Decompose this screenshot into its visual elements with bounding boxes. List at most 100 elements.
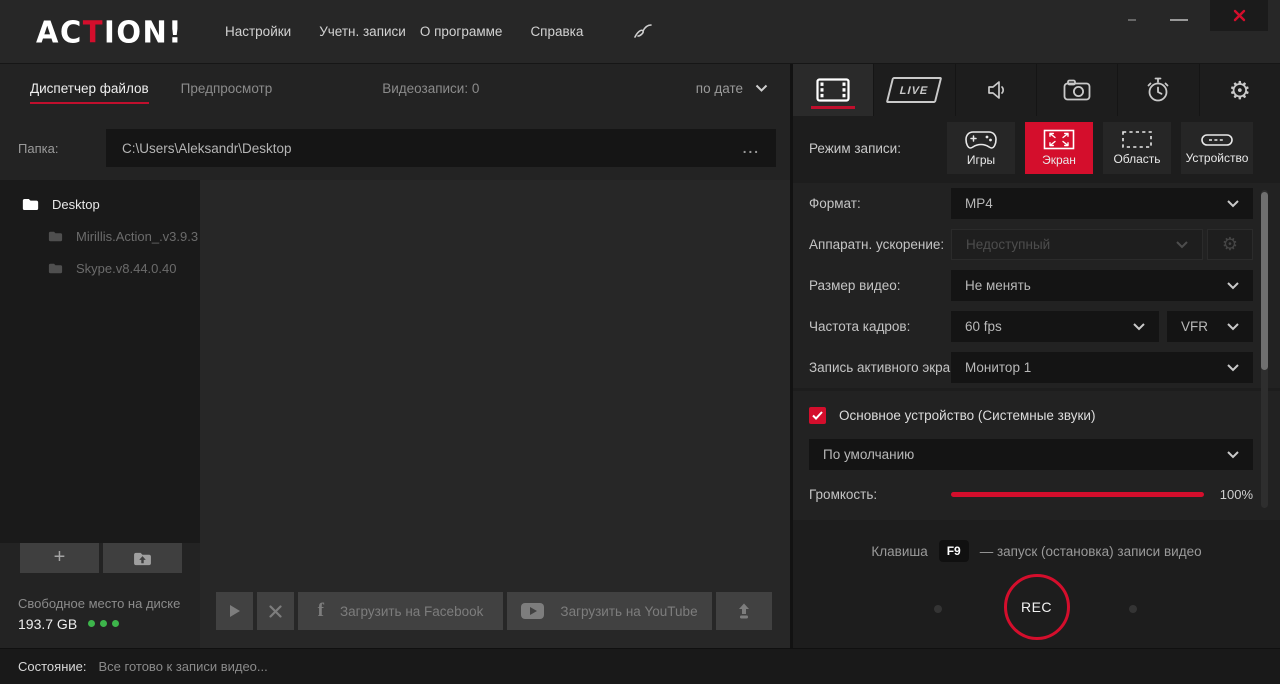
audio-device-value: По умолчанию [823,447,914,462]
play-icon [229,604,241,618]
menu-about[interactable]: О программе [420,24,503,39]
gear-icon: ⚙ [1222,236,1238,254]
file-actions-toolbar: f Загрузить на Facebook Загрузить на You… [216,592,772,630]
folder-tree: Desktop Mirillis.Action_.v3.9.3 Skype.v8… [0,180,200,648]
volume-row: Громкость: 100% [793,487,1280,502]
menu-settings[interactable]: Настройки [225,24,291,39]
folder-upload-icon [133,551,152,566]
tree-item-desktop[interactable]: Desktop [0,188,200,220]
free-space-value: 193.7 GB [18,615,200,634]
export-button[interactable] [716,592,772,630]
monitor-value: Монитор 1 [965,360,1031,375]
hw-settings-button: ⚙ [1207,229,1253,260]
x-icon [269,605,282,618]
action-app-window: ACTION! Настройки Учетн. записи О програ… [0,0,1280,684]
volume-slider[interactable] [951,492,1204,497]
mode-label: Область [1113,152,1160,166]
monitor-select[interactable]: Монитор 1 [951,352,1253,383]
chevron-down-icon [755,84,768,92]
tree-item-mirillis[interactable]: Mirillis.Action_.v3.9.3 [0,220,200,252]
recordings-count: Видеозаписи: 0 [382,81,479,100]
video-size-select[interactable]: Не менять [951,270,1253,301]
file-manager-panel: Диспетчер файлов Предпросмотр Видеозапис… [0,64,790,648]
panel-scrollbar[interactable] [1261,190,1268,508]
tab-audio-recording[interactable] [956,64,1037,116]
file-list-area[interactable]: f Загрузить на Facebook Загрузить на You… [200,180,790,648]
rec-side-dot [1129,605,1137,613]
free-space-info: Свободное место на диске 193.7 GB [0,573,200,633]
video-size-label: Размер видео: [809,278,951,293]
mode-region-button[interactable]: Область [1103,122,1171,174]
tab-file-manager[interactable]: Диспетчер файлов [30,73,149,108]
framerate-value: 60 fps [965,319,1002,334]
rec-side-dot [934,605,942,613]
mode-device-button[interactable]: Устройство [1181,122,1253,174]
hw-acceleration-value: Недоступный [966,237,1050,252]
browse-button[interactable]: ... [743,141,760,156]
audio-device-checkbox[interactable] [809,407,826,424]
menu-accounts[interactable]: Учетн. записи [319,24,406,39]
mode-games-button[interactable]: Игры [947,122,1015,174]
close-button[interactable] [1210,0,1268,31]
format-select[interactable]: MP4 [951,188,1253,219]
close-icon [1233,9,1246,22]
menu-help[interactable]: Справка [530,24,583,39]
framerate-select[interactable]: 60 fps [951,311,1159,342]
folder-path-value: C:\Users\Aleksandr\Desktop [122,141,292,156]
tab-settings[interactable]: ⚙ [1200,64,1280,116]
gamepad-icon [964,130,998,150]
sort-dropdown[interactable]: по дате [696,81,768,100]
rec-button[interactable]: REC [1004,574,1070,640]
pen-tool-icon[interactable] [633,23,655,41]
minimize-button[interactable] [1170,19,1188,21]
folder-label: Папка: [18,141,106,156]
logo-text: AC [36,14,83,50]
tray-minimize-icon[interactable] [1128,19,1136,21]
rec-button-label: REC [1021,599,1052,615]
capture-device-icon [1200,132,1234,148]
fullscreen-icon [1043,129,1075,150]
add-folder-button[interactable]: + [20,543,99,573]
recording-tabs: LIVE [793,64,1280,116]
free-space-label: Свободное место на диске [18,595,200,613]
check-icon [812,411,823,420]
live-label: LIVE [899,85,930,97]
upload-youtube-button[interactable]: Загрузить на YouTube [507,592,712,630]
camera-icon [1063,79,1091,101]
hw-acceleration-label: Аппаратн. ускорение: [809,237,951,252]
tab-video-recording[interactable] [793,64,874,116]
recording-panel: LIVE [790,64,1280,648]
region-icon [1121,130,1153,149]
logo-text: ION! [104,14,183,50]
export-folder-button[interactable] [103,543,182,573]
status-value: Все готово к записи видео... [98,659,267,674]
tab-benchmark[interactable] [1118,64,1199,116]
live-icon: LIVE [886,77,943,103]
play-button[interactable] [216,592,253,630]
chevron-down-icon [1227,282,1239,290]
gear-icon: ⚙ [1229,78,1251,103]
delete-button[interactable] [257,592,294,630]
tab-screenshots[interactable] [1037,64,1118,116]
plus-icon: + [54,547,66,567]
tab-preview[interactable]: Предпросмотр [181,73,273,108]
main-menu: Настройки Учетн. записи О программе Спра… [225,24,611,39]
format-label: Формат: [809,196,951,211]
record-mode-row: Режим записи: Игры [793,116,1280,180]
tree-item-skype[interactable]: Skype.v8.44.0.40 [0,252,200,284]
scrollbar-thumb[interactable] [1261,192,1268,370]
framerate-mode-value: VFR [1181,319,1208,334]
audio-settings-card: Основное устройство (Системные звуки) По… [793,391,1280,520]
audio-device-row: По умолчанию [809,439,1253,470]
upload-facebook-button[interactable]: f Загрузить на Facebook [298,592,503,630]
framerate-mode-select[interactable]: VFR [1167,311,1253,342]
mode-screen-button[interactable]: Экран [1025,122,1093,174]
hw-acceleration-select: Недоступный [951,229,1203,260]
folder-path-input[interactable]: C:\Users\Aleksandr\Desktop ... [106,129,776,167]
audio-device-select[interactable]: По умолчанию [809,439,1253,470]
tab-live-streaming[interactable]: LIVE [874,64,955,116]
titlebar: ACTION! Настройки Учетн. записи О програ… [0,0,1280,64]
window-controls [1128,0,1280,63]
folder-icon [22,198,39,211]
logo-accent-letter: T [83,14,104,50]
